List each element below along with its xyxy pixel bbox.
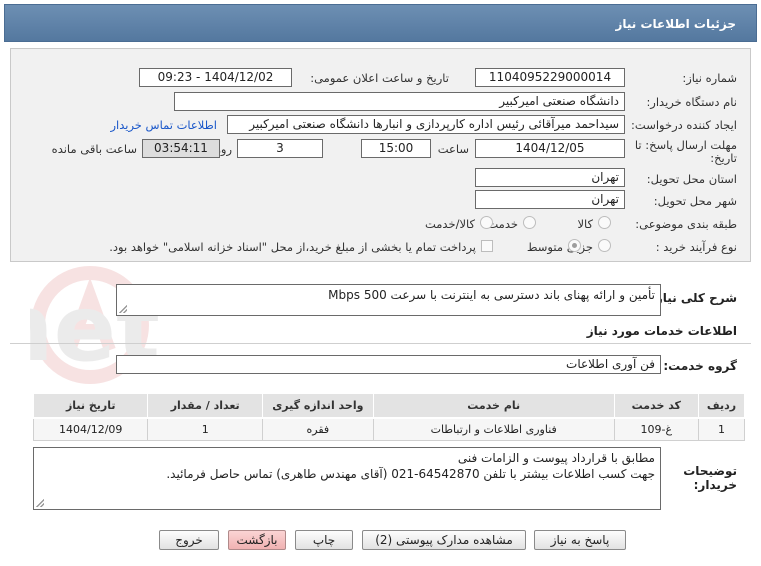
page-title: جزئیات اطلاعات نیاز xyxy=(615,17,736,31)
category-goods-label: کالا xyxy=(577,217,593,231)
category-label: طبقه بندی موضوعی: xyxy=(635,217,737,231)
process-medium-label: متوسط xyxy=(526,240,563,254)
deadline-time-field[interactable]: 15:00 xyxy=(361,139,431,158)
buyer-notes-label: توضیحات xyxy=(683,464,737,478)
buyer-notes-label-2: خریدار: xyxy=(693,478,737,492)
cell-unit: فقره xyxy=(261,417,374,441)
resize-handle-icon[interactable] xyxy=(119,305,127,313)
col-unit: واحد اندازه گیری xyxy=(261,393,374,419)
reply-button[interactable]: پاسخ به نیاز xyxy=(534,530,626,550)
buyer-org-label: نام دستگاه خریدار: xyxy=(646,95,737,109)
deadline-time-label: ساعت xyxy=(437,142,469,156)
cell-row: 1 xyxy=(697,417,746,441)
buyer-notes-line-2: جهت کسب اطلاعات بیشتر با تلفن 64542870-0… xyxy=(166,467,655,481)
process-minor-radio[interactable] xyxy=(598,239,611,252)
services-table: ردیف کد خدمت نام خدمت واحد اندازه گیری ت… xyxy=(32,393,746,441)
province-label: استان محل تحویل: xyxy=(646,172,737,186)
col-quantity: تعداد / مقدار xyxy=(147,393,263,419)
remaining-time-field: 03:54:11 xyxy=(142,139,220,158)
exit-button[interactable]: خروج xyxy=(159,530,219,550)
table-row[interactable]: 1 غ-109 فناوری اطلاعات و ارتباطات فقره 1… xyxy=(32,417,746,441)
description-label: شرح کلی نیاز: xyxy=(651,291,737,305)
process-type-label: نوع فرآیند خرید : xyxy=(655,240,737,254)
province-field[interactable]: تهران xyxy=(475,168,625,187)
col-service-name: نام خدمت xyxy=(372,393,615,419)
deadline-label: مهلت ارسال پاسخ: تا xyxy=(634,138,737,152)
buyer-contact-link[interactable]: اطلاعات تماس خریدار xyxy=(110,118,217,132)
need-number-field[interactable]: 1104095229000014 xyxy=(475,68,625,87)
treasury-payment-note: پرداخت تمام یا بخشی از مبلغ خرید،از محل … xyxy=(109,240,476,254)
cell-need-date: 1404/12/09 xyxy=(32,417,149,441)
services-table-header: ردیف کد خدمت نام خدمت واحد اندازه گیری ت… xyxy=(32,393,746,419)
col-row: ردیف xyxy=(697,393,746,419)
cell-service-code: غ-109 xyxy=(613,417,699,441)
treasury-payment-checkbox[interactable] xyxy=(481,240,493,252)
col-need-date: تاریخ نیاز xyxy=(32,393,149,419)
creator-field[interactable]: سیداحمد میرآقائی رئیس اداره کارپردازی و … xyxy=(227,115,625,134)
deadline-date-field[interactable]: 1404/12/05 xyxy=(475,139,625,158)
city-label: شهر محل تحویل: xyxy=(653,194,737,208)
watermark-logo: AriaTender.net xyxy=(30,266,160,384)
cell-quantity: 1 xyxy=(147,417,263,441)
print-button[interactable]: چاپ xyxy=(295,530,353,550)
process-medium-radio[interactable] xyxy=(568,239,581,252)
description-text: تأمین و ارائه پهنای باند دسترسی به اینتر… xyxy=(328,288,655,302)
description-textarea[interactable]: تأمین و ارائه پهنای باند دسترسی به اینتر… xyxy=(116,284,661,316)
col-service-code: کد خدمت xyxy=(613,393,699,419)
days-remaining-field[interactable]: 3 xyxy=(237,139,323,158)
resize-handle-icon[interactable] xyxy=(36,499,44,507)
back-button[interactable]: بازگشت xyxy=(228,530,286,550)
service-group-label: گروه خدمت: xyxy=(663,359,737,373)
category-goods-service-radio[interactable] xyxy=(480,216,493,229)
view-attachments-button[interactable]: مشاهده مدارک پیوستی (2) xyxy=(362,530,526,550)
deadline-label-date: تاریخ: xyxy=(710,151,737,165)
service-group-field[interactable]: فن آوری اطلاعات xyxy=(116,355,661,374)
page-header: جزئیات اطلاعات نیاز xyxy=(4,4,757,42)
buyer-notes-line-1: مطابق با قرارداد پیوست و الزامات فنی xyxy=(457,451,655,465)
announce-date-field[interactable]: 1404/12/02 - 09:23 xyxy=(139,68,292,87)
need-number-label: شماره نیاز: xyxy=(682,71,737,85)
services-section-title: اطلاعات خدمات مورد نیاز xyxy=(586,324,737,338)
announce-date-label: تاریخ و ساعت اعلان عمومی: xyxy=(310,71,449,85)
creator-label: ایجاد کننده درخواست: xyxy=(631,118,737,132)
city-field[interactable]: تهران xyxy=(475,190,625,209)
category-goods-radio[interactable] xyxy=(598,216,611,229)
buyer-org-field[interactable]: دانشگاه صنعتی امیرکبیر xyxy=(174,92,625,111)
section-divider xyxy=(10,343,751,344)
buyer-notes-textarea[interactable]: مطابق با قرارداد پیوست و الزامات فنی جهت… xyxy=(33,447,661,510)
category-goods-service-label: کالا/خدمت xyxy=(424,217,475,231)
remaining-time-label: ساعت باقی مانده xyxy=(51,142,137,156)
category-service-radio[interactable] xyxy=(523,216,536,229)
cell-service-name: فناوری اطلاعات و ارتباطات xyxy=(372,417,615,441)
